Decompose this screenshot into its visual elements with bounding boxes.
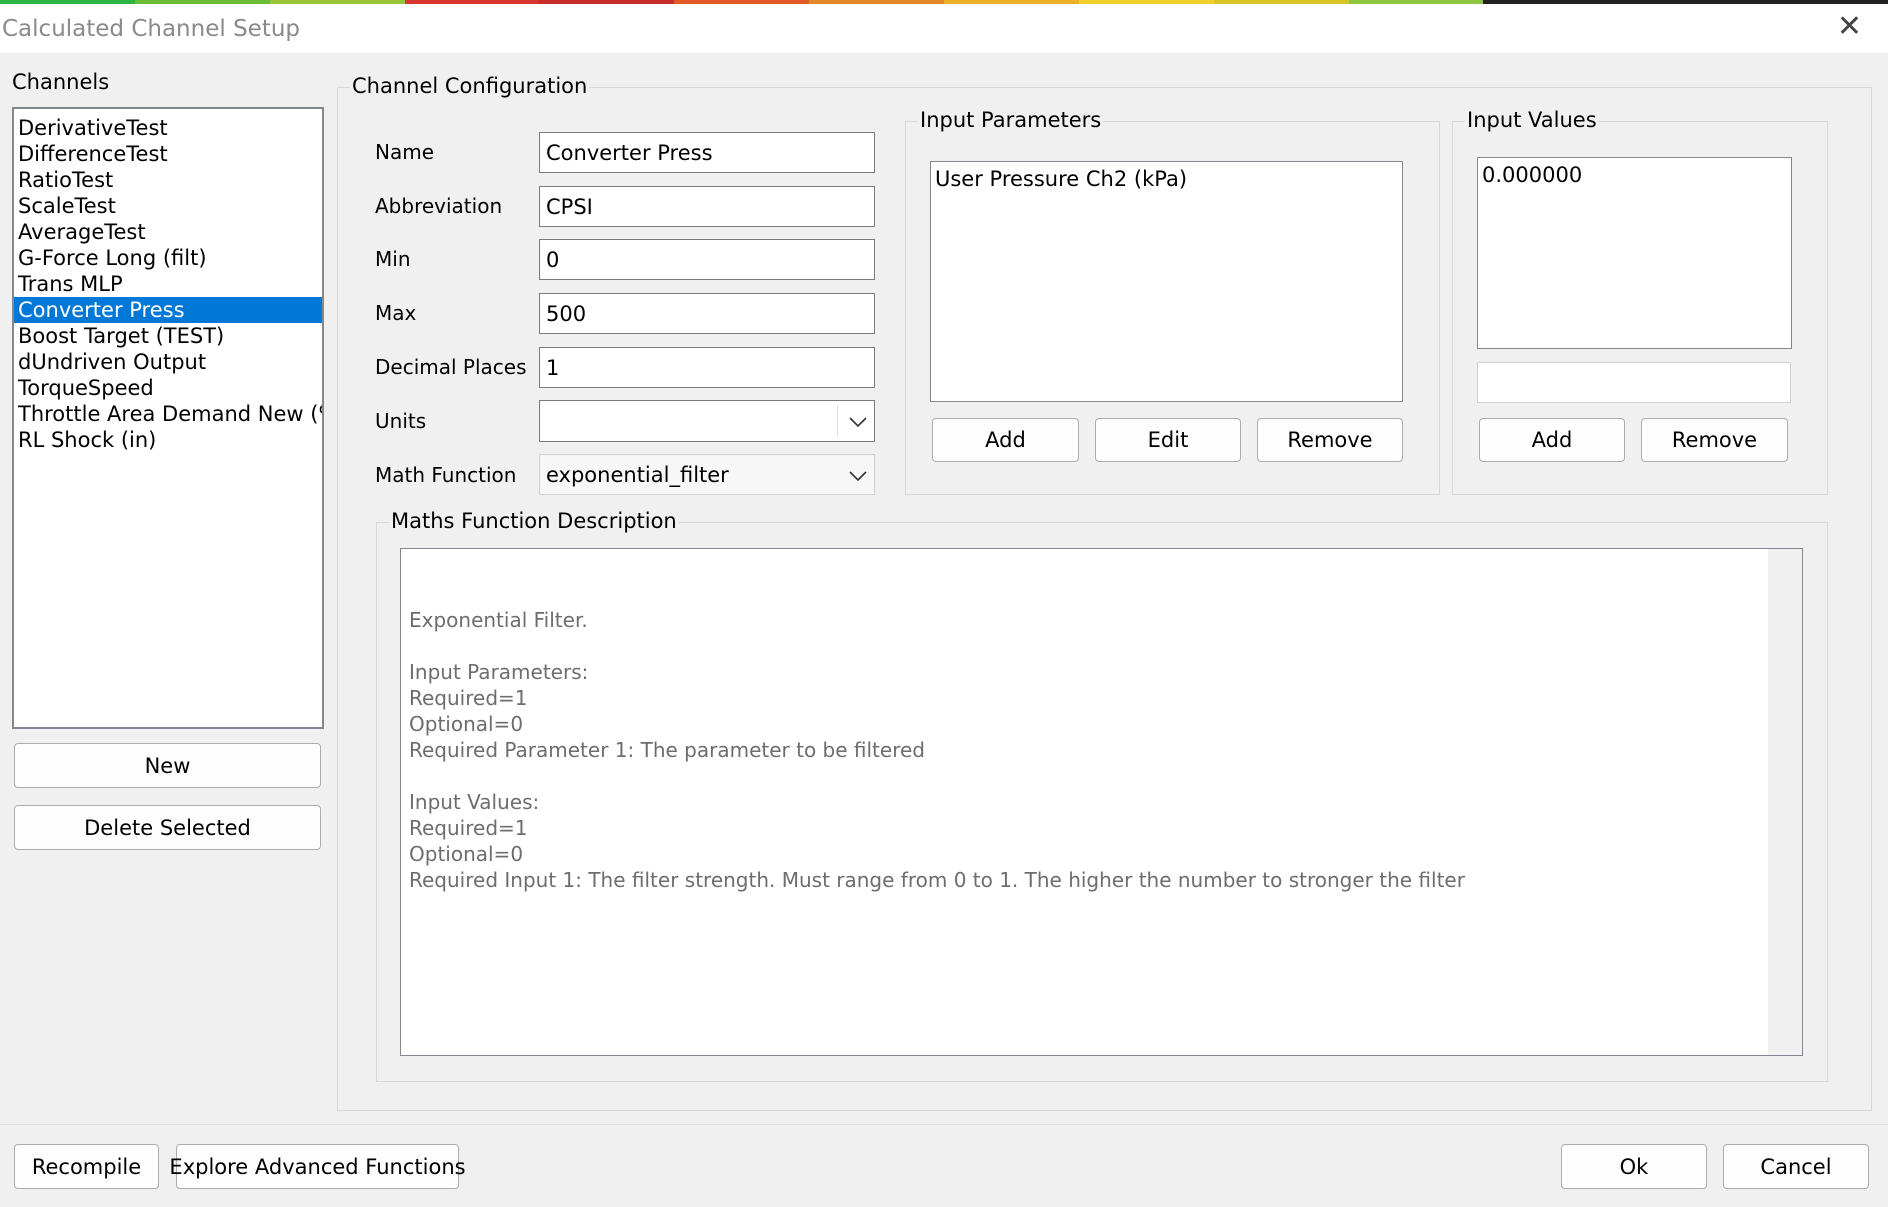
close-icon[interactable]: ✕	[1837, 12, 1862, 42]
channel-list-item[interactable]: G-Force Long (filt)	[14, 245, 322, 271]
channel-list-item[interactable]: AverageTest	[14, 219, 322, 245]
recompile-button[interactable]: Recompile	[14, 1144, 159, 1189]
channel-list-item[interactable]: DerivativeTest	[14, 115, 322, 141]
input-parameters-label: Input Parameters	[918, 108, 1104, 132]
ok-button[interactable]: Ok	[1561, 1144, 1707, 1189]
channel-list-item[interactable]: RL Shock (in)	[14, 427, 322, 453]
abbreviation-field[interactable]	[539, 186, 875, 227]
input-values-label: Input Values	[1465, 108, 1599, 132]
max-label: Max	[375, 301, 417, 325]
edit-parameter-button[interactable]: Edit	[1095, 418, 1241, 462]
channel-list-item[interactable]: Trans MLP	[14, 271, 322, 297]
input-parameter-item[interactable]: User Pressure Ch2 (kPa)	[931, 166, 1402, 192]
chevron-down-icon	[848, 463, 868, 487]
explore-advanced-functions-button[interactable]: Explore Advanced Functions	[169, 1144, 466, 1189]
window-title: Calculated Channel Setup	[2, 16, 301, 42]
channel-list-item[interactable]: TorqueSpeed	[14, 375, 322, 401]
channel-list-item[interactable]: Converter Press	[14, 297, 322, 323]
name-label: Name	[375, 140, 435, 164]
maths-function-description-text: Exponential Filter. Input Parameters: Re…	[400, 548, 1803, 1056]
units-dropdown[interactable]	[539, 400, 875, 442]
remove-value-button[interactable]: Remove	[1641, 418, 1788, 462]
input-value-field[interactable]	[1477, 362, 1791, 403]
channel-list-item[interactable]: Boost Target (TEST)	[14, 323, 322, 349]
delete-selected-button[interactable]: Delete Selected	[14, 805, 321, 850]
description-scrollbar[interactable]	[1768, 549, 1802, 1055]
math-function-dropdown[interactable]: exponential_filter	[539, 454, 875, 495]
max-field[interactable]	[539, 293, 875, 334]
scroll-down-icon[interactable]	[1778, 965, 1802, 1043]
name-field[interactable]	[539, 132, 875, 173]
new-channel-button[interactable]: New	[14, 743, 321, 788]
add-value-button[interactable]: Add	[1479, 418, 1625, 462]
scroll-up-icon[interactable]	[1778, 563, 1802, 641]
channel-list-item[interactable]: Throttle Area Demand New (%)	[14, 401, 322, 427]
add-parameter-button[interactable]: Add	[932, 418, 1079, 462]
description-body: Exponential Filter. Input Parameters: Re…	[409, 608, 1465, 892]
min-field[interactable]	[539, 239, 875, 280]
math-function-label: Math Function	[375, 463, 517, 487]
decimal-places-label: Decimal Places	[375, 355, 527, 379]
math-function-value: exponential_filter	[546, 462, 729, 487]
maths-function-description-label: Maths Function Description	[389, 509, 679, 533]
dropdown-separator	[837, 405, 838, 437]
channels-label: Channels	[12, 70, 110, 94]
input-parameters-list[interactable]: User Pressure Ch2 (kPa)	[930, 161, 1403, 402]
remove-parameter-button[interactable]: Remove	[1257, 418, 1403, 462]
channel-list-item[interactable]: dUndriven Output	[14, 349, 322, 375]
min-label: Min	[375, 247, 411, 271]
input-value-item[interactable]: 0.000000	[1478, 162, 1791, 188]
channel-configuration-label: Channel Configuration	[350, 74, 590, 98]
channel-list-item[interactable]: RatioTest	[14, 167, 322, 193]
channel-list-item[interactable]: DifferenceTest	[14, 141, 322, 167]
input-values-list[interactable]: 0.000000	[1477, 157, 1792, 349]
channel-list-item[interactable]: ScaleTest	[14, 193, 322, 219]
units-label: Units	[375, 409, 427, 433]
decimal-places-field[interactable]	[539, 347, 875, 388]
abbreviation-label: Abbreviation	[375, 194, 503, 218]
chevron-down-icon	[848, 409, 868, 433]
channels-list[interactable]: DerivativeTest DifferenceTest RatioTest Sca…	[12, 107, 324, 729]
title-bar: Calculated Channel Setup ✕	[0, 4, 1888, 53]
cancel-button[interactable]: Cancel	[1723, 1144, 1869, 1189]
